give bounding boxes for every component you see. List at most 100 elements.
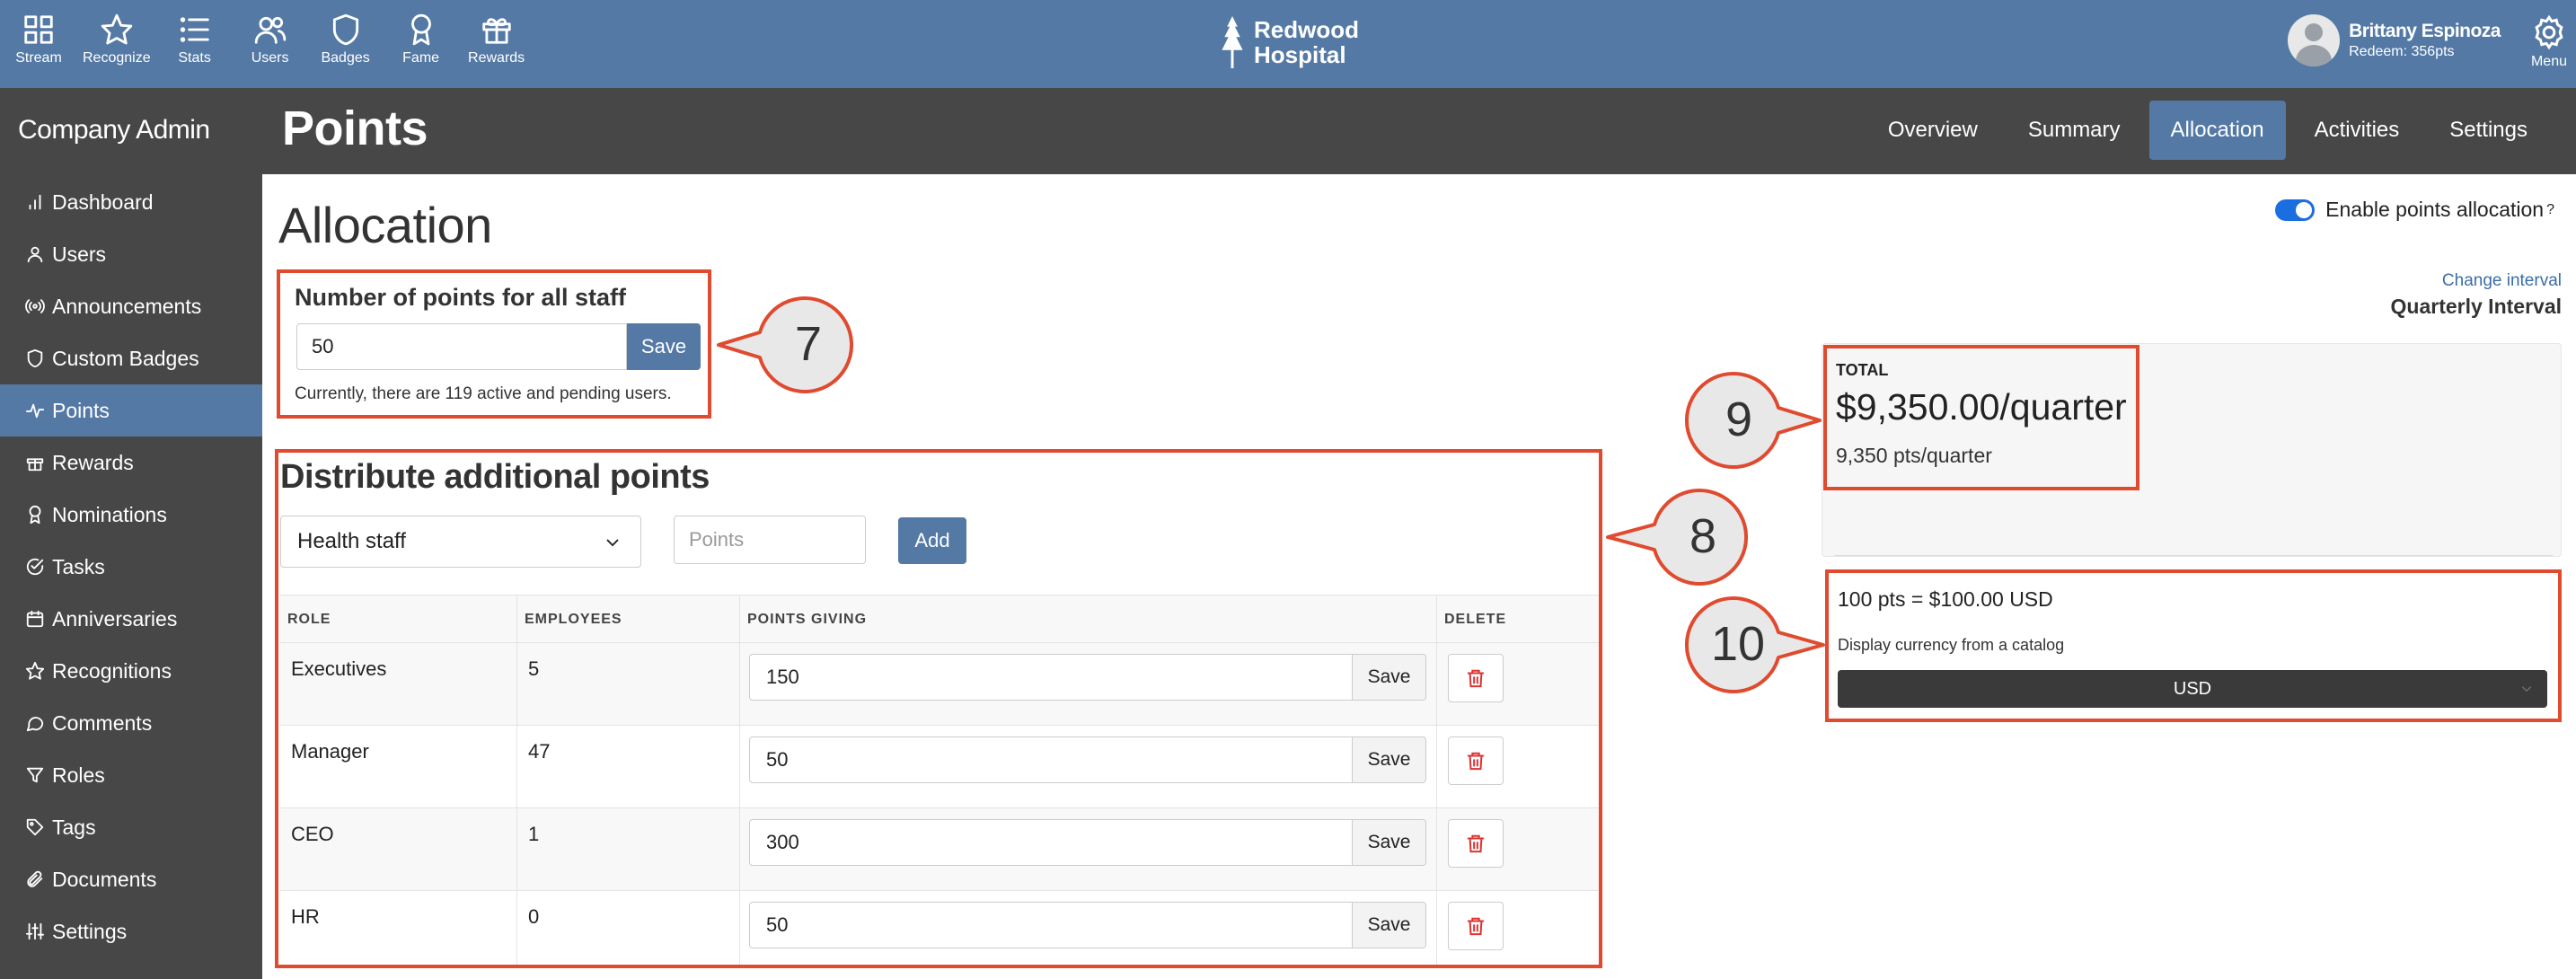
divider: [1834, 555, 2553, 556]
callout-number: 10: [1710, 617, 1766, 671]
role-select-value: Health staff: [297, 529, 406, 553]
user-profile[interactable]: Brittany Espinoza Redeem: 356pts: [2288, 14, 2501, 66]
gift-icon: [481, 18, 511, 44]
sidebar-item-dashboard[interactable]: Dashboard: [0, 176, 262, 228]
tab-overview[interactable]: Overview: [1866, 101, 1999, 160]
topnav-rewards[interactable]: Rewards: [465, 13, 528, 66]
total-label: TOTAL: [1836, 361, 1889, 379]
brand-logo[interactable]: Redwood Hospital: [1218, 16, 1359, 68]
delete-button[interactable]: [1448, 736, 1504, 785]
sidebar-item-users[interactable]: Users: [0, 228, 262, 280]
sliders-icon: [25, 922, 45, 940]
delete-cell: [1437, 726, 1599, 807]
sidebar-item-points[interactable]: Points: [0, 384, 262, 437]
topnav-badges[interactable]: Badges: [314, 13, 377, 66]
trash-icon: [1467, 752, 1485, 771]
topnav-users[interactable]: Users: [239, 13, 302, 66]
points-input[interactable]: Points: [674, 516, 866, 564]
column-header-role: ROLE: [280, 595, 517, 642]
grid-icon: [24, 15, 53, 44]
check-circle-icon: [26, 558, 44, 576]
callout-number: 7: [794, 317, 823, 371]
role-save-button[interactable]: Save: [1353, 654, 1426, 701]
chevron-down-icon: [606, 539, 619, 547]
paperclip-icon: [27, 870, 43, 887]
activity-icon: [25, 403, 45, 419]
all-staff-points-input[interactable]: 50: [296, 323, 627, 370]
all-staff-heading: Number of points for all staff: [295, 284, 627, 311]
interval-label: Quarterly Interval: [2390, 295, 2562, 318]
points-cell: 300 Save: [740, 808, 1437, 890]
sidebar-item-documents[interactable]: Documents: [0, 853, 262, 905]
topnav-recognize[interactable]: Recognize: [83, 13, 151, 66]
tab-activities[interactable]: Activities: [2293, 101, 2422, 160]
callout-10: 10: [1684, 595, 1827, 701]
active-users-note: Currently, there are 119 active and pend…: [295, 384, 672, 403]
sidebar-item-recognitions[interactable]: Recognitions: [0, 645, 262, 697]
chevron-down-icon: [2521, 686, 2532, 692]
role-points-input[interactable]: 50: [749, 902, 1353, 948]
sidebar-item-label: Anniversaries: [52, 606, 178, 631]
delete-button[interactable]: [1448, 819, 1504, 868]
trash-icon: [1467, 917, 1485, 936]
sidebar-item-custom-badges[interactable]: Custom Badges: [0, 332, 262, 384]
role-save-button[interactable]: Save: [1353, 736, 1426, 783]
sidebar-item-announcements[interactable]: Announcements: [0, 280, 262, 332]
topnav-stream[interactable]: Stream: [7, 13, 70, 66]
delete-button[interactable]: [1448, 654, 1504, 702]
table-row: HR 0 50 Save: [280, 891, 1599, 965]
role-points-input[interactable]: 150: [749, 654, 1353, 701]
all-staff-save-button[interactable]: Save: [627, 323, 701, 370]
delete-button[interactable]: [1448, 902, 1504, 950]
topnav-label: Badges: [321, 50, 370, 66]
sidebar-item-settings[interactable]: Settings: [0, 905, 262, 957]
change-interval-link[interactable]: Change interval: [2442, 271, 2562, 291]
currency-box: 100 pts = $100.00 USD Display currency f…: [1825, 569, 2562, 722]
sidebar-item-nominations[interactable]: Nominations: [0, 489, 262, 541]
column-header-delete: DELETE: [1444, 612, 1507, 627]
gear-icon: [2535, 14, 2563, 50]
brand-line2: Hospital: [1254, 41, 1346, 68]
sidebar: Company Admin Dashboard Users Announceme…: [0, 88, 262, 979]
role-save-button[interactable]: Save: [1353, 819, 1426, 866]
sidebar-item-rewards[interactable]: Rewards: [0, 437, 262, 489]
topnav-label: Users: [251, 50, 289, 66]
table-header: ROLE EMPLOYEES POINTS GIVING DELETE: [280, 595, 1599, 643]
role-points-input[interactable]: 300: [749, 819, 1353, 866]
star-icon: [101, 13, 133, 45]
topnav-fame[interactable]: Fame: [390, 13, 453, 66]
add-button[interactable]: Add: [898, 517, 966, 564]
enable-allocation-toggle[interactable]: [2275, 198, 2316, 221]
sidebar-item-anniversaries[interactable]: Anniversaries: [0, 593, 262, 645]
sidebar-item-tags[interactable]: Tags: [0, 801, 262, 853]
menu-button[interactable]: Menu: [2531, 14, 2567, 70]
tab-summary[interactable]: Summary: [2007, 101, 2142, 160]
role-save-button[interactable]: Save: [1353, 902, 1426, 948]
sidebar-item-comments[interactable]: Comments: [0, 697, 262, 749]
role-points-table: ROLE EMPLOYEES POINTS GIVING DELETE Exec…: [280, 595, 1599, 965]
role-select[interactable]: Health staff: [280, 516, 641, 568]
brand-line1: Redwood: [1254, 16, 1359, 43]
sidebar-item-roles[interactable]: Roles: [0, 749, 262, 801]
topnav-stats[interactable]: Stats: [163, 13, 226, 66]
all-staff-points-panel: Number of points for all staff 50 Save C…: [277, 269, 711, 419]
users-icon: [254, 16, 286, 44]
section-title: Allocation: [278, 197, 492, 253]
callout-number: 9: [1725, 392, 1753, 446]
callout-7: 7: [715, 295, 854, 401]
delete-cell: [1437, 643, 1599, 725]
role-points-input[interactable]: 50: [749, 736, 1353, 783]
points-cell: 50 Save: [740, 726, 1437, 807]
help-icon[interactable]: ?: [2546, 202, 2554, 218]
trash-icon: [1467, 834, 1485, 853]
currency-select[interactable]: USD: [1838, 670, 2547, 708]
gift-icon: [26, 458, 44, 472]
sidebar-item-tasks[interactable]: Tasks: [0, 541, 262, 593]
tab-allocation[interactable]: Allocation: [2148, 101, 2286, 160]
sidebar-item-label: Users: [52, 242, 107, 266]
table-row: CEO 1 300 Save: [280, 808, 1599, 891]
table-row: Executives 5 150 Save: [280, 643, 1599, 726]
sidebar-item-label: Documents: [52, 867, 157, 891]
user-icon: [27, 246, 43, 263]
tab-settings[interactable]: Settings: [2428, 101, 2549, 160]
